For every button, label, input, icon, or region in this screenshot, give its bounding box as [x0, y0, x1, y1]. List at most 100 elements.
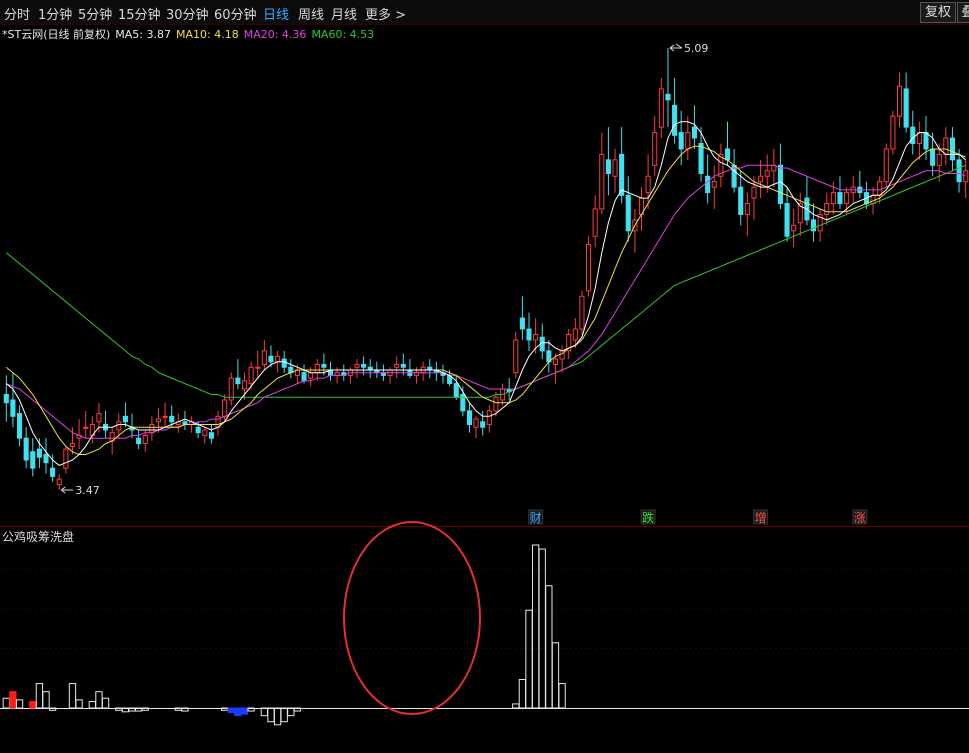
candle: [103, 410, 109, 439]
indicator-bar: [518, 678, 527, 709]
low-price-label: 3.47: [75, 484, 100, 497]
candle: [136, 429, 142, 450]
candle: [678, 110, 684, 166]
indicator-bar: [42, 691, 50, 709]
candle: [23, 427, 29, 469]
candle: [228, 372, 234, 406]
candle: [566, 329, 572, 360]
candle: [235, 359, 241, 390]
highlight-circle: [343, 521, 481, 715]
candle: [460, 386, 466, 417]
candle: [407, 359, 413, 379]
high-price-label: 5.09: [684, 42, 709, 55]
indicator-bar: [2, 697, 10, 709]
indicator-bar: [88, 700, 96, 709]
candle: [903, 72, 909, 133]
indicator-bar: [280, 707, 288, 723]
marker-0-label: 财: [530, 511, 542, 525]
candle: [427, 359, 433, 379]
candle: [910, 110, 916, 155]
candle: [129, 413, 135, 439]
candle: [890, 110, 896, 155]
indicator-title: 公鸡吸筹洗盘: [2, 529, 74, 544]
indicator-bar: [75, 699, 83, 709]
candle: [162, 402, 168, 428]
candle: [255, 350, 261, 379]
candle: [652, 116, 658, 177]
candle: [261, 339, 267, 370]
candle: [354, 359, 360, 379]
candle: [473, 416, 479, 439]
indicator-bar: [35, 683, 44, 709]
candle: [949, 127, 956, 171]
ma10-line: [5, 145, 966, 455]
candle: [896, 72, 903, 128]
event-markers: 财跌增涨: [528, 509, 868, 525]
indicator-grid: [0, 569, 969, 649]
indicator-bar: [551, 642, 560, 709]
candle: [810, 203, 817, 242]
candle: [863, 181, 869, 209]
candle: [797, 192, 803, 237]
candle: [718, 143, 724, 188]
candle: [632, 208, 638, 253]
candle: [738, 170, 744, 226]
candle: [691, 105, 697, 149]
candle: [43, 438, 49, 474]
candle: [16, 405, 23, 447]
candle: [883, 143, 889, 188]
indicator-bar: [15, 699, 24, 709]
candle: [943, 127, 949, 166]
indicator-bar: [512, 703, 520, 709]
ma5-line: [5, 121, 967, 466]
candle: [837, 176, 843, 209]
candle: [625, 176, 631, 242]
indicator-bar: [9, 691, 17, 709]
candle: [89, 416, 95, 444]
kline-chart[interactable]: 5.09 3.47 财 跌 增 涨 公鸡吸筹洗盘: [0, 0, 969, 753]
candle: [202, 427, 208, 444]
indicator-bar: [48, 707, 57, 711]
candle: [599, 132, 605, 215]
candle: [672, 78, 678, 144]
indicator-bar: [115, 707, 123, 711]
candle: [705, 154, 711, 204]
indicator-bar: [260, 707, 268, 717]
ma-lines-layer: [5, 121, 967, 466]
candle: [466, 402, 473, 433]
candle: [930, 132, 936, 177]
candle: [605, 127, 611, 196]
candle: [149, 416, 155, 441]
marker-3-label: 涨: [854, 510, 866, 525]
candles-layer: [3, 48, 969, 490]
candle: [857, 170, 863, 199]
candle: [76, 419, 82, 450]
candle: [420, 361, 426, 381]
candle: [804, 176, 810, 226]
indicator-bar: [240, 707, 249, 715]
candle: [327, 361, 334, 381]
candle: [658, 78, 664, 139]
candle: [638, 187, 645, 231]
candle: [592, 195, 598, 248]
indicator-bar: [134, 707, 143, 712]
candle: [777, 143, 783, 209]
candle: [665, 48, 671, 128]
candle: [122, 402, 128, 428]
candle: [824, 192, 830, 226]
candle: [56, 473, 62, 490]
candle: [288, 359, 294, 379]
candle: [526, 312, 532, 351]
candle: [612, 148, 618, 193]
candle: [559, 345, 565, 373]
candle: [546, 339, 552, 373]
candle: [367, 359, 373, 379]
indicator-bar: [227, 707, 235, 714]
candle: [30, 438, 36, 477]
indicator-bar: [181, 707, 189, 712]
candle: [433, 361, 439, 381]
candle: [586, 236, 592, 297]
candle: [215, 410, 221, 436]
ma60-line: [5, 164, 966, 398]
indicator-bar: [558, 683, 566, 709]
